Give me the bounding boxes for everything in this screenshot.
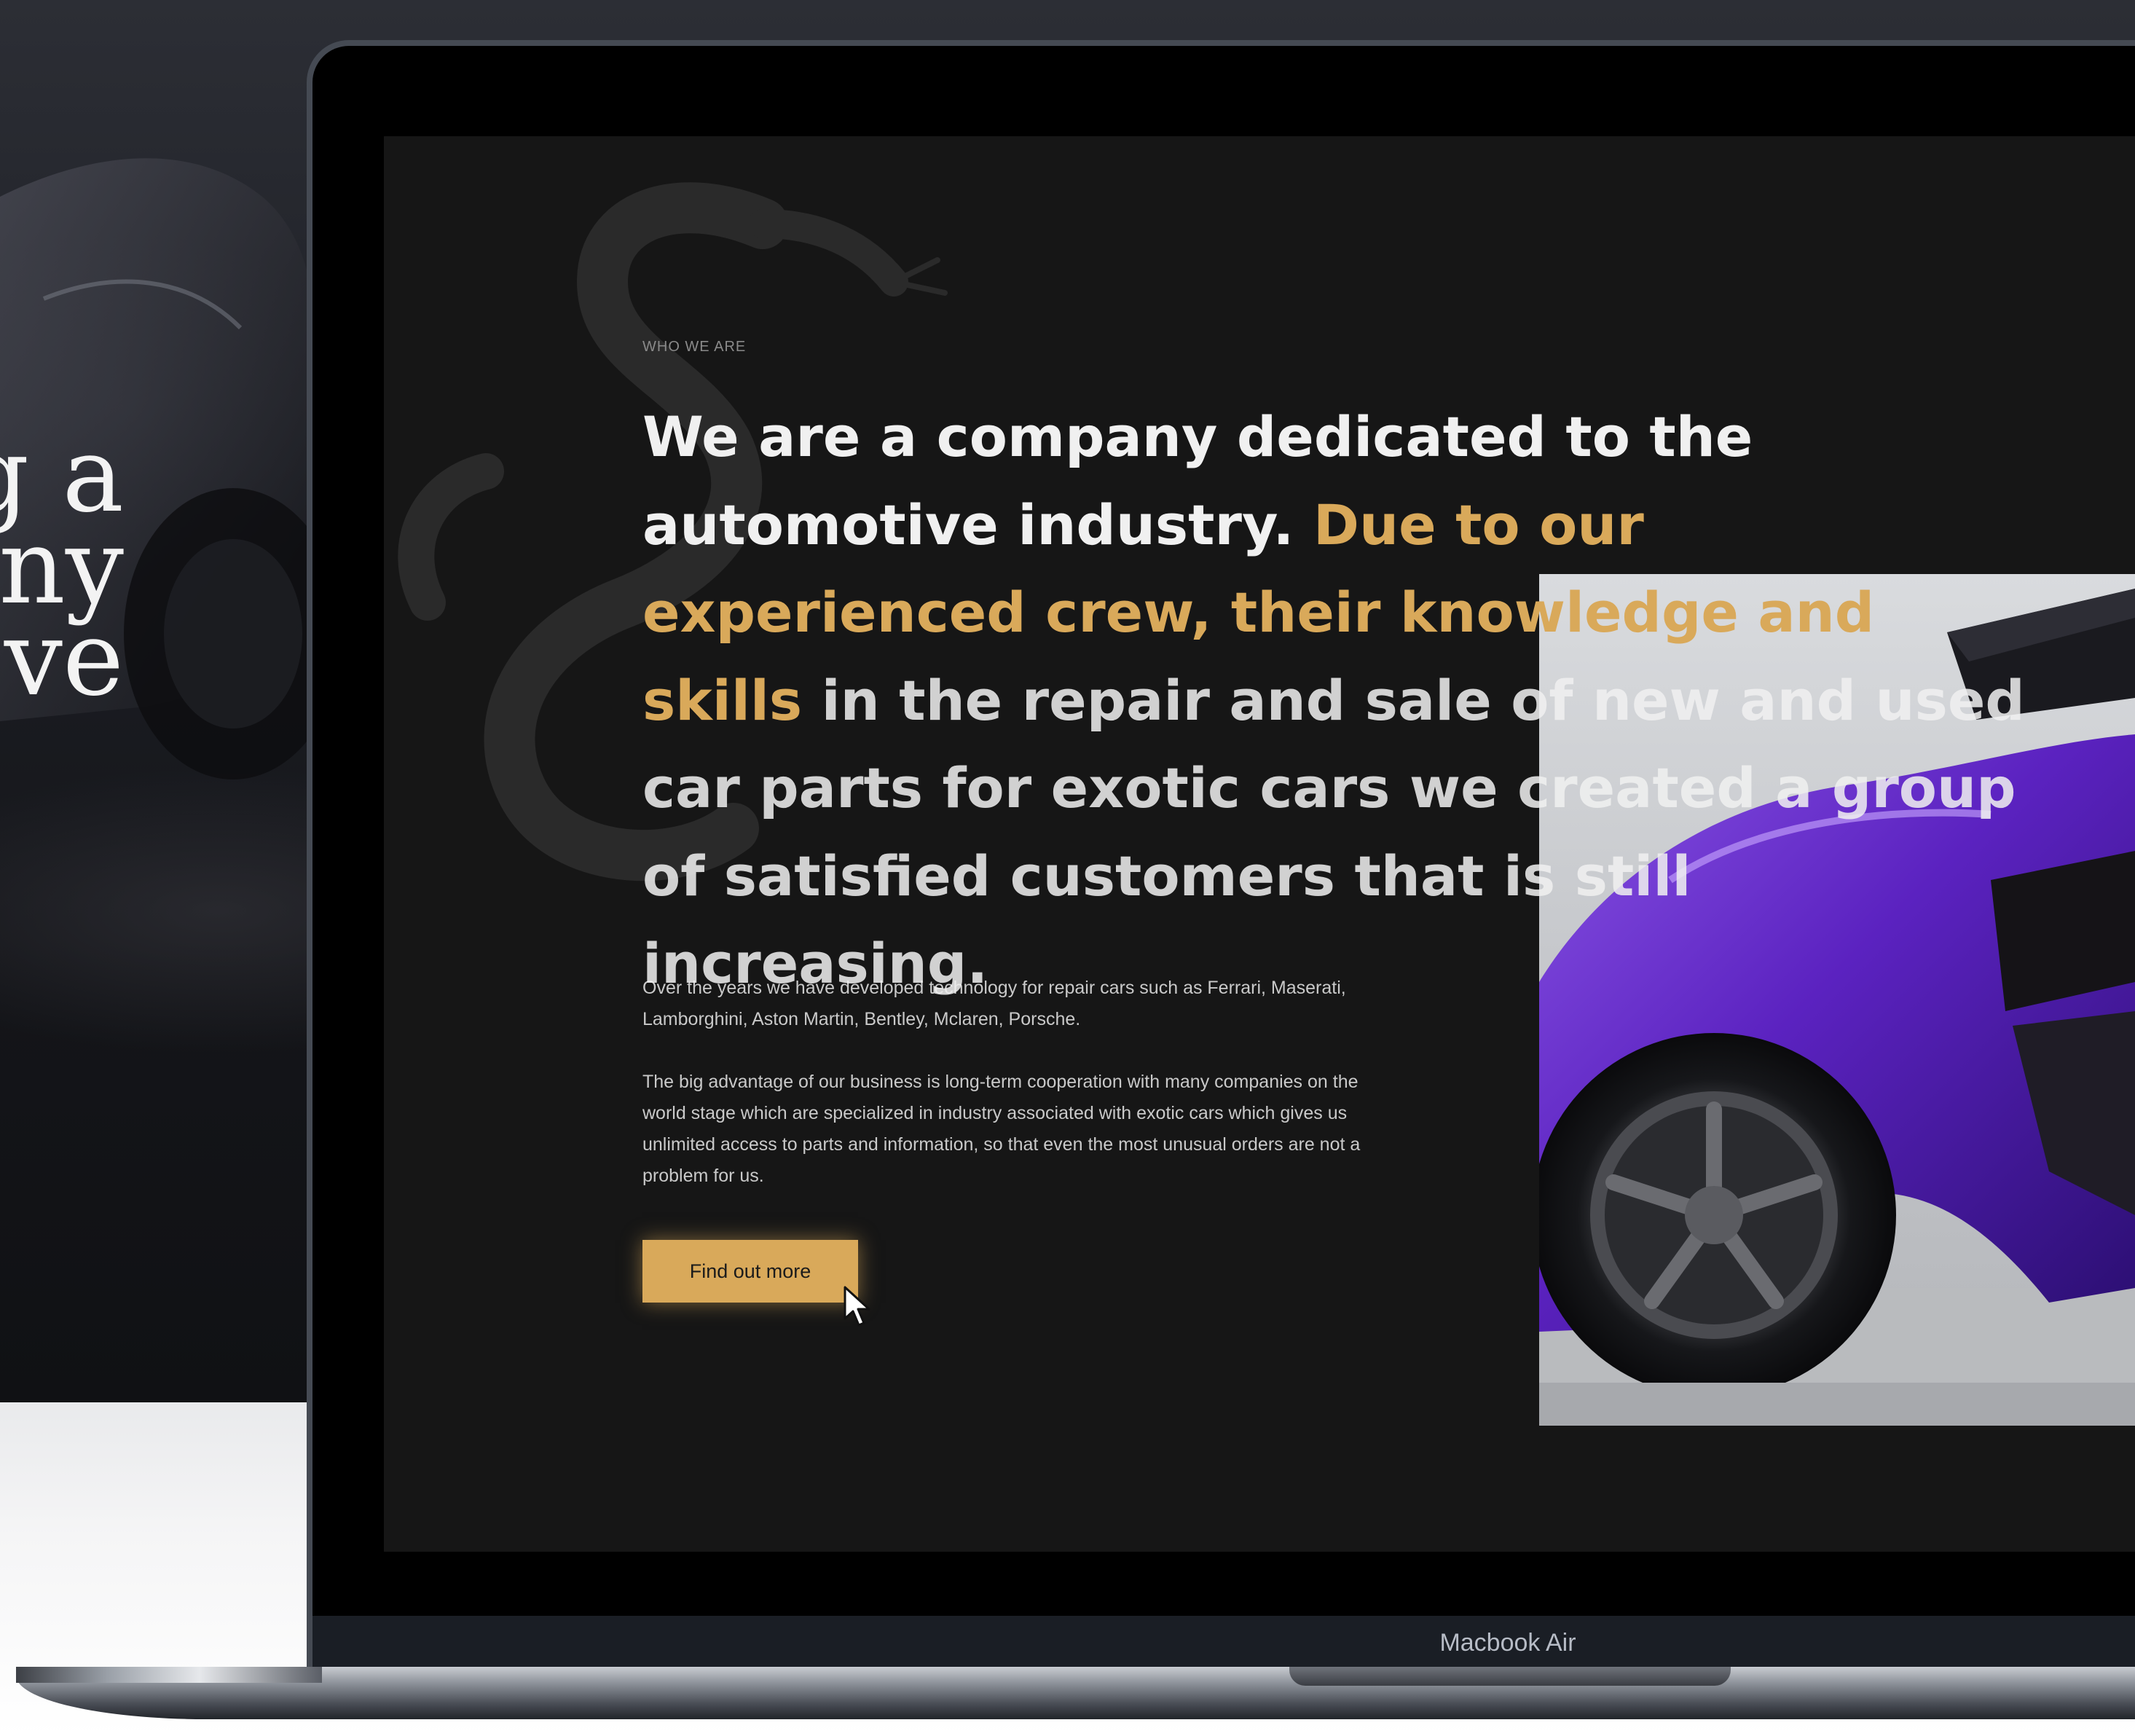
laptop-hinge-notch (1289, 1667, 1731, 1686)
background-hero-heading: g a ny ve (0, 424, 124, 719)
laptop-base-edge (16, 1667, 322, 1683)
laptop-chin (312, 1616, 2135, 1670)
find-out-more-button[interactable]: Find out more (642, 1240, 858, 1303)
paragraph-advantage: The big advantage of our business is lon… (642, 1072, 1361, 1186)
mouse-pointer-icon (844, 1286, 870, 1327)
background-hero-line: ve (4, 599, 124, 719)
laptop-base (16, 1667, 2135, 1719)
laptop-screen: WHO WE ARE We are a company dedicated to… (384, 136, 2135, 1552)
section-headline: We are a company dedicated to the automo… (642, 393, 2041, 1008)
headline-text-continued: in the repair and sale of new and used c… (642, 667, 2025, 997)
section-eyebrow: WHO WE ARE (642, 339, 747, 355)
device-label: Macbook Air (1439, 1629, 1576, 1657)
